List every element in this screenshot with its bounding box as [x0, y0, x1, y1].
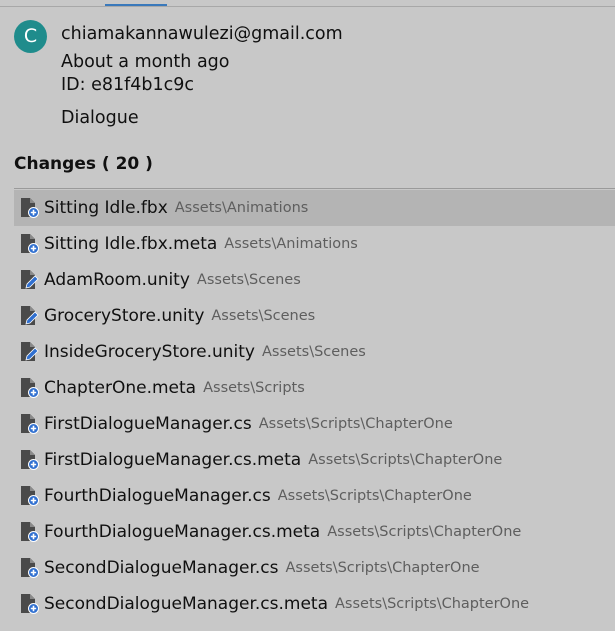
divider: [14, 188, 615, 189]
change-file-name: FourthDialogueManager.cs: [44, 486, 271, 506]
change-file-path: Assets\Scripts\ChapterOne: [285, 560, 480, 576]
change-row[interactable]: ChapterOne.meta Assets\Scripts: [14, 370, 615, 406]
commit-message: Dialogue: [61, 108, 139, 128]
added-file-icon: [21, 378, 39, 398]
change-row[interactable]: SecondDialogueManager.cs Assets\Scripts\…: [14, 550, 615, 586]
added-file-icon: [21, 414, 39, 434]
change-file-path: Assets\Animations: [224, 236, 358, 252]
changes-list: Sitting Idle.fbx Assets\Animations Sitti…: [14, 190, 615, 622]
changes-header: Changes ( 20 ): [14, 154, 153, 174]
modified-file-icon: [21, 270, 39, 289]
change-row[interactable]: Sitting Idle.fbx Assets\Animations: [14, 190, 615, 226]
change-row[interactable]: InsideGroceryStore.unity Assets\Scenes: [14, 334, 615, 370]
avatar: C: [14, 20, 47, 53]
change-file-path: Assets\Animations: [174, 200, 309, 216]
change-file-path: Assets\Scenes: [211, 308, 316, 324]
change-file-path: Assets\Scenes: [262, 344, 366, 360]
change-file-name: SecondDialogueManager.cs.meta: [44, 594, 329, 614]
change-file-path: Assets\Scripts\ChapterOne: [258, 416, 453, 432]
commit-date: About a month ago: [61, 52, 230, 72]
added-file-icon: [21, 234, 39, 254]
change-file-name: Sitting Idle.fbx.meta: [44, 234, 218, 254]
change-file-name: Sitting Idle.fbx: [44, 198, 168, 218]
change-row[interactable]: AdamRoom.unity Assets\Scenes: [14, 262, 615, 298]
change-row[interactable]: SecondDialogueManager.cs.meta Assets\Scr…: [14, 586, 615, 622]
change-row[interactable]: FirstDialogueManager.cs Assets\Scripts\C…: [14, 406, 615, 442]
commit-author: chiamakannawulezi@gmail.com: [61, 24, 343, 44]
modified-file-icon: [21, 342, 39, 361]
change-file-name: GroceryStore.unity: [44, 306, 205, 326]
change-file-name: ChapterOne.meta: [44, 378, 197, 398]
change-file-name: SecondDialogueManager.cs: [44, 558, 279, 578]
change-row[interactable]: FourthDialogueManager.cs Assets\Scripts\…: [14, 478, 615, 514]
added-file-icon: [21, 558, 39, 578]
active-tab-indicator: [105, 4, 167, 6]
change-row[interactable]: GroceryStore.unity Assets\Scenes: [14, 298, 615, 334]
change-file-name: FirstDialogueManager.cs.meta: [44, 450, 302, 470]
change-row[interactable]: FourthDialogueManager.cs.meta Assets\Scr…: [14, 514, 615, 550]
change-file-name: InsideGroceryStore.unity: [44, 342, 255, 362]
added-file-icon: [21, 450, 39, 470]
modified-file-icon: [21, 306, 39, 325]
top-tab-strip: [0, 0, 615, 7]
change-file-path: Assets\Scripts: [203, 380, 305, 396]
added-file-icon: [21, 486, 39, 506]
change-row[interactable]: Sitting Idle.fbx.meta Assets\Animations: [14, 226, 615, 262]
change-file-name: AdamRoom.unity: [44, 270, 190, 290]
commit-id: ID: e81f4b1c9c: [61, 75, 195, 95]
change-file-path: Assets\Scenes: [196, 272, 301, 288]
change-file-path: Assets\Scripts\ChapterOne: [308, 452, 503, 468]
change-file-name: FirstDialogueManager.cs: [44, 414, 252, 434]
change-file-path: Assets\Scripts\ChapterOne: [335, 596, 530, 612]
change-file-name: FourthDialogueManager.cs.meta: [44, 522, 321, 542]
change-file-path: Assets\Scripts\ChapterOne: [277, 488, 472, 504]
added-file-icon: [21, 594, 39, 614]
change-row[interactable]: FirstDialogueManager.cs.meta Assets\Scri…: [14, 442, 615, 478]
added-file-icon: [21, 522, 39, 542]
change-file-path: Assets\Scripts\ChapterOne: [327, 524, 522, 540]
added-file-icon: [21, 198, 39, 218]
